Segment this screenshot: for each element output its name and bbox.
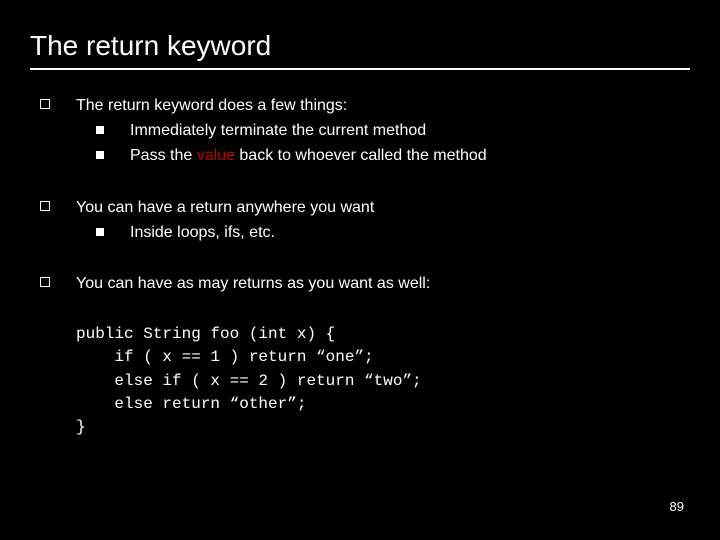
slide-title: The return keyword xyxy=(30,30,690,62)
bullet-1: The return keyword does a few things: Im… xyxy=(30,94,690,168)
bullet-2-sub-1: Inside loops, ifs, etc. xyxy=(76,221,690,244)
highlight-red: value xyxy=(197,147,235,164)
bullet-2: You can have a return anywhere you want … xyxy=(30,196,690,244)
square-outline-icon xyxy=(40,277,50,287)
bullet-2-text: You can have a return anywhere you want xyxy=(76,196,690,219)
square-outline-icon xyxy=(40,201,50,211)
bullet-1-sub-1-text: Immediately terminate the current method xyxy=(130,119,426,142)
bullet-1-text: The return keyword does a few things: xyxy=(76,94,690,117)
square-filled-icon xyxy=(96,228,104,236)
page-number: 89 xyxy=(670,499,684,514)
bullet-3: You can have as may returns as you want … xyxy=(30,272,690,295)
bullet-1-sub-2-text: Pass the value back to whoever called th… xyxy=(130,144,487,167)
title-divider xyxy=(30,68,690,70)
bullet-1-sub-2: Pass the value back to whoever called th… xyxy=(76,144,690,167)
code-block: public String foo (int x) { if ( x == 1 … xyxy=(76,323,690,439)
bullet-2-sub-1-text: Inside loops, ifs, etc. xyxy=(130,221,275,244)
square-outline-icon xyxy=(40,99,50,109)
square-filled-icon xyxy=(96,151,104,159)
bullet-3-text: You can have as may returns as you want … xyxy=(76,272,690,295)
square-filled-icon xyxy=(96,126,104,134)
bullet-1-sub-1: Immediately terminate the current method xyxy=(76,119,690,142)
